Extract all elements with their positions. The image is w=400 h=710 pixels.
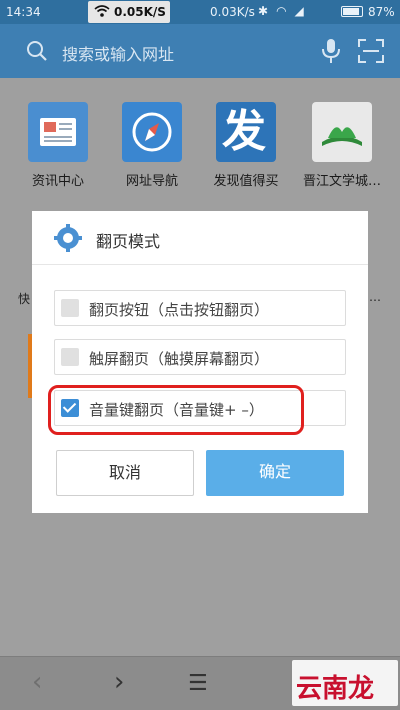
news-icon (28, 102, 88, 162)
battery-percent: 87% (368, 5, 395, 19)
tile-jjwxc[interactable]: 晋江文学城… (299, 102, 385, 189)
checkbox[interactable] (61, 299, 79, 317)
forward-icon[interactable]: › (114, 667, 124, 697)
scan-icon[interactable] (358, 39, 384, 63)
microphone-icon[interactable] (320, 37, 342, 65)
tile-label: 发现值得买 (213, 174, 279, 189)
bluetooth-icon: ✱ (258, 4, 277, 18)
option-page-button[interactable]: 翻页按钮（点击按钮翻页） (54, 290, 346, 326)
status-bar: 14:34 0.05K/S 0.03K/s ✱◠◢ 87% (0, 0, 400, 24)
tile-news[interactable]: 资讯中心 (15, 102, 101, 189)
option-touch-screen[interactable]: 触屏翻页（触摸屏幕翻页） (54, 339, 346, 375)
cancel-button[interactable]: 取消 (56, 450, 194, 496)
network-speed-chip: 0.05K/S (88, 1, 170, 23)
side-text-left: 快 (18, 292, 31, 306)
checkbox[interactable] (61, 348, 79, 366)
wifi-icon (94, 4, 110, 21)
compass-icon (122, 102, 182, 162)
dialog-title: 翻页模式 (96, 232, 161, 251)
status-icons: ✱◠◢ (258, 4, 312, 18)
wifi-icon: ◠ (276, 4, 295, 18)
status-speed: 0.03K/s (210, 5, 255, 19)
page-turn-mode-dialog: 翻页模式 翻页按钮（点击按钮翻页） 触屏翻页（触摸屏幕翻页） 音量键翻页（音量键… (32, 211, 368, 513)
search-bar[interactable]: 搜索或输入网址 (0, 24, 400, 78)
speed-chip-text: 0.05K/S (114, 5, 166, 19)
fa-logo-icon: 发 (216, 102, 276, 162)
back-icon[interactable]: ‹ (32, 667, 42, 697)
dialog-header: 翻页模式 (32, 211, 368, 265)
search-icon[interactable] (26, 40, 48, 62)
side-text-right: … (369, 290, 381, 304)
battery-icon (341, 6, 363, 17)
logo-glyph: 发 (222, 106, 266, 157)
status-time: 14:34 (6, 5, 41, 19)
option-label: 翻页按钮（点击按钮翻页） (89, 301, 270, 319)
book-icon (312, 102, 372, 162)
tile-label: 资讯中心 (31, 174, 84, 189)
watermark-text: 云南龙网 (296, 674, 375, 704)
tile-nav[interactable]: 网址导航 (109, 102, 195, 189)
tile-deals[interactable]: 发 发现值得买 (203, 102, 289, 189)
tile-label: 晋江文学城… (302, 174, 381, 189)
signal-icon: ◢ (294, 4, 312, 18)
gear-icon (54, 224, 82, 252)
search-input[interactable]: 搜索或输入网址 (62, 41, 174, 65)
menu-icon[interactable]: ☰ (188, 671, 208, 696)
tile-label: 网址导航 (125, 174, 178, 189)
option-label: 触屏翻页（触摸屏幕翻页） (89, 350, 270, 368)
annotation-highlight-box (48, 385, 304, 435)
confirm-button[interactable]: 确定 (206, 450, 344, 496)
watermark-logo: 云南龙网 (292, 660, 398, 706)
